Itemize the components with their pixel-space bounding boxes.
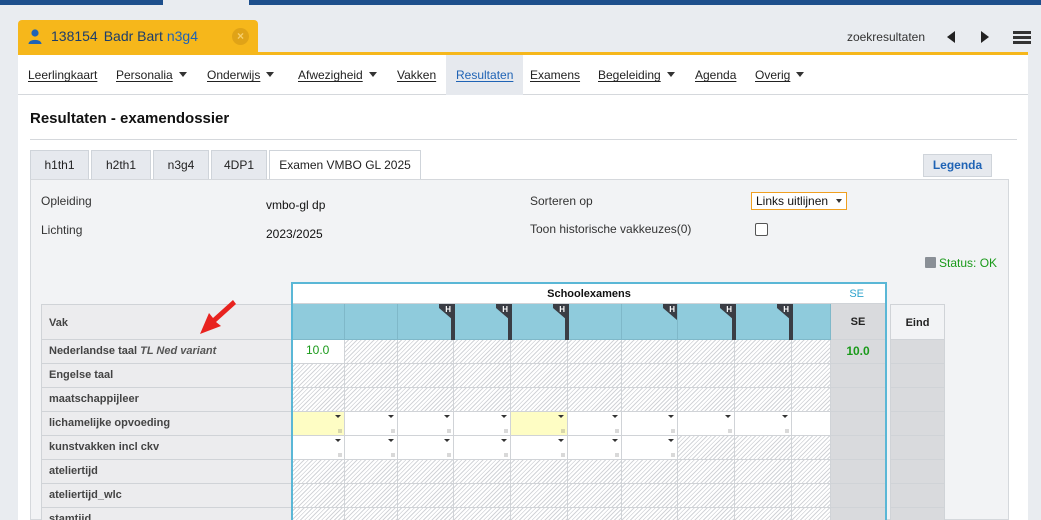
menu-item-label: Resultaten — [456, 68, 514, 82]
top-accent-line — [0, 0, 1041, 5]
tab-n3g4[interactable]: n3g4 — [153, 150, 209, 179]
status-indicator: Status: OK — [925, 256, 997, 270]
vak-row-label: ateliertijd — [41, 460, 292, 484]
vak-name: Nederlandse taal — [49, 345, 138, 357]
close-icon[interactable]: × — [232, 28, 249, 45]
lichting-label: Lichting — [41, 223, 83, 237]
vak-row-label: stamtijd — [41, 508, 292, 520]
menu-item-vakken[interactable]: Vakken — [397, 55, 436, 95]
sort-select[interactable]: Links uitlijnen — [751, 192, 847, 210]
history-checkbox[interactable] — [755, 223, 768, 236]
chevron-down-icon — [796, 72, 805, 78]
student-name: Badr Bart — [103, 28, 163, 44]
eind-header-label: Eind — [905, 317, 930, 329]
eind-value-cell — [890, 388, 945, 412]
menu-item-leerlingkaart[interactable]: Leerlingkaart — [28, 55, 97, 95]
menu-item-onderwijs[interactable]: Onderwijs — [207, 55, 275, 95]
menu-item-label: Begeleiding — [598, 68, 661, 82]
menu-item-label: Examens — [530, 68, 581, 82]
previous-arrow-icon[interactable] — [941, 27, 961, 47]
vak-name: maatschappijleer — [49, 393, 139, 405]
save-icon — [925, 257, 936, 268]
chevron-down-icon — [266, 72, 275, 78]
menu-item-resultaten[interactable]: Resultaten — [446, 55, 524, 95]
menu-item-overig[interactable]: Overig — [755, 55, 805, 95]
chevron-down-icon — [178, 72, 187, 78]
schoolexamens-frame — [291, 282, 887, 520]
eind-value-cell — [890, 340, 945, 364]
tab-4dp1[interactable]: 4DP1 — [211, 150, 267, 179]
vak-name: lichamelijke opvoeding — [49, 417, 171, 429]
student-class: n3g4 — [166, 28, 199, 44]
tab-examen-vmbo-gl-2025[interactable]: Examen VMBO GL 2025 — [269, 150, 421, 180]
vak-name: ateliertijd — [49, 465, 98, 477]
sort-select-value: Links uitlijnen — [756, 194, 829, 208]
vak-header-label: Vak — [49, 317, 68, 329]
user-icon — [28, 29, 42, 44]
vak-row-label: ateliertijd_wlc — [41, 484, 292, 508]
vak-name: ateliertijd_wlc — [49, 489, 122, 501]
menu-item-begeleiding[interactable]: Begeleiding — [598, 55, 675, 95]
tab-h1th1[interactable]: h1th1 — [30, 150, 89, 179]
history-label: Toon historische vakkeuzes(0) — [530, 222, 692, 236]
vak-row-label: kunstvakken incl ckv — [41, 436, 292, 460]
eind-value-cell — [890, 484, 945, 508]
navigation-tools: zoekresultaten — [847, 24, 1041, 50]
eind-value-cell — [890, 460, 945, 484]
eind-column-header: Eind — [890, 304, 945, 340]
menu-item-label: Agenda — [695, 68, 737, 82]
chevron-down-icon — [666, 72, 675, 78]
eind-value-cell — [890, 412, 945, 436]
opleiding-value: vmbo-gl dp — [266, 198, 326, 212]
status-text: Status: OK — [939, 256, 998, 270]
main-panel: Leerlingkaart Personalia Onderwijs Afwezigh… — [18, 55, 1028, 520]
vak-name: kunstvakken incl ckv — [49, 441, 160, 453]
eind-value-cell — [890, 508, 945, 520]
menu-item-label: Afwezigheid — [298, 68, 363, 82]
tab-h2th1[interactable]: h2th1 — [91, 150, 151, 179]
vak-name: stamtijd — [49, 513, 92, 520]
lichting-value: 2023/2025 — [266, 227, 323, 241]
student-number: 138154 — [51, 28, 98, 44]
menu-item-label: Vakken — [397, 68, 437, 82]
menu-item-label: Overig — [755, 68, 791, 82]
next-arrow-icon[interactable] — [975, 27, 995, 47]
main-menu: Leerlingkaart Personalia Onderwijs Afwezigh… — [18, 55, 1028, 95]
eind-value-cell — [890, 364, 945, 388]
title-divider — [30, 139, 1017, 140]
vak-row-label: Engelse taal — [41, 364, 292, 388]
chevron-down-icon — [836, 199, 842, 203]
menu-item-afwezigheid[interactable]: Afwezigheid — [298, 55, 377, 95]
student-tab[interactable]: 138154 Badr Bart n3g4 × — [18, 20, 258, 52]
search-results-label[interactable]: zoekresultaten — [847, 30, 925, 44]
eind-value-cell — [890, 436, 945, 460]
chevron-down-icon — [368, 72, 377, 78]
menu-item-personalia[interactable]: Personalia — [116, 55, 187, 95]
vak-column-header: Vak — [41, 304, 292, 340]
vak-name: Engelse taal — [49, 369, 114, 381]
opleiding-label: Opleiding — [41, 194, 92, 208]
red-arrow-annotation — [200, 300, 236, 334]
menu-item-label: Leerlingkaart — [28, 68, 98, 82]
page-title: Resultaten - examendossier — [30, 110, 230, 127]
menu-item-label: Personalia — [116, 68, 173, 82]
vak-row-label: Nederlandse taal TL Ned variant — [41, 340, 292, 364]
hamburger-menu-icon[interactable] — [1013, 29, 1031, 46]
menu-item-agenda[interactable]: Agenda — [695, 55, 736, 95]
vak-row-label: lichamelijke opvoeding — [41, 412, 292, 436]
vak-variant: TL Ned variant — [140, 345, 217, 357]
exam-dossier-content: Opleiding vmbo-gl dp Lichting 2023/2025 … — [30, 179, 1009, 520]
vak-row-label: maatschappijleer — [41, 388, 292, 412]
menu-item-examens[interactable]: Examens — [530, 55, 580, 95]
sort-label: Sorteren op — [530, 194, 593, 208]
legend-button[interactable]: Legenda — [923, 154, 992, 177]
menu-item-label: Onderwijs — [207, 68, 261, 82]
